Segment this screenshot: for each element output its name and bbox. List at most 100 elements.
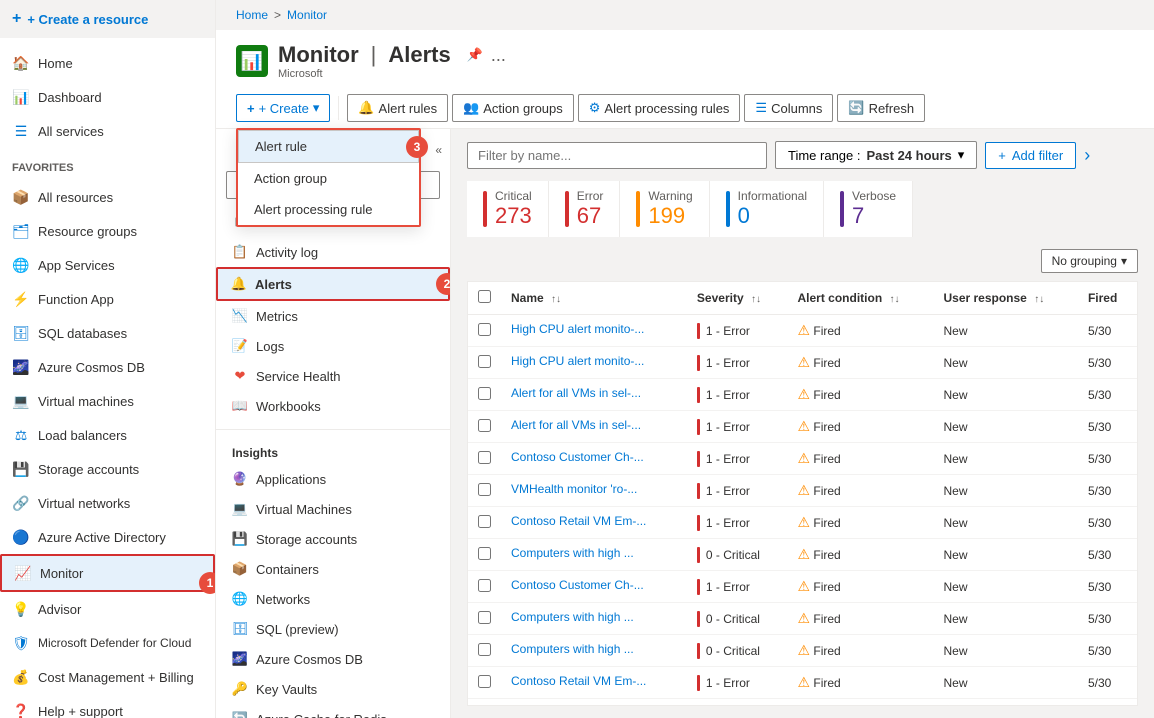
sidebar-item-advisor[interactable]: 💡 Advisor	[0, 592, 215, 626]
alert-name-link-5[interactable]: VMHealth monitor 'ro-...	[511, 482, 637, 496]
create-button[interactable]: + + Create ▾	[236, 94, 330, 122]
row-checkbox-0[interactable]	[478, 323, 491, 336]
monitor-nav-logs[interactable]: 📝 Logs	[216, 331, 450, 361]
sidebar-item-function-app[interactable]: ⚡ Function App	[0, 282, 215, 316]
alert-processing-rules-button[interactable]: ⚙ Alert processing rules	[578, 94, 741, 122]
alert-rules-button[interactable]: 🔔 Alert rules	[347, 94, 448, 122]
sidebar-item-monitor[interactable]: 📈 Monitor 1	[0, 554, 215, 592]
row-checkbox-11[interactable]	[478, 675, 491, 688]
user-response-column-header[interactable]: User response ↑↓	[933, 282, 1077, 315]
pin-icon[interactable]: 📌	[467, 47, 483, 63]
more-options-icon[interactable]: ...	[491, 45, 506, 66]
monitor-nav-vms[interactable]: 💻 Virtual Machines	[216, 494, 450, 524]
alert-name-link-4[interactable]: Contoso Customer Ch-...	[511, 450, 644, 464]
alert-condition-column-header[interactable]: Alert condition ↑↓	[787, 282, 933, 315]
row-checkbox-5[interactable]	[478, 483, 491, 496]
sidebar-item-cosmos-db[interactable]: 🌌 Azure Cosmos DB	[0, 350, 215, 384]
row-checkbox-cell	[468, 571, 501, 603]
monitor-nav-applications[interactable]: 🔮 Applications	[216, 464, 450, 494]
alert-processing-rule-menu-item[interactable]: Alert processing rule	[238, 194, 419, 225]
monitor-nav-metrics[interactable]: 📉 Metrics	[216, 301, 450, 331]
monitor-nav-activity-log[interactable]: 📋 Activity log	[216, 237, 450, 267]
stat-card-warning[interactable]: Warning 199	[620, 181, 709, 237]
sidebar-item-sql-databases[interactable]: 🗄 SQL databases	[0, 316, 215, 350]
alert-rule-menu-item[interactable]: Alert rule 3	[238, 130, 419, 163]
filter-input[interactable]	[467, 142, 767, 169]
sidebar-item-home[interactable]: 🏠 Home	[0, 46, 215, 80]
sidebar-item-cost-management[interactable]: 💰 Cost Management + Billing	[0, 660, 215, 694]
monitor-nav-service-health[interactable]: ❤ Service Health	[216, 361, 450, 391]
fired-text-0: 5/30	[1088, 324, 1111, 338]
fired-text-6: 5/30	[1088, 516, 1111, 530]
severity-badge-6: 1 - Error	[697, 515, 778, 531]
row-checkbox-3[interactable]	[478, 419, 491, 432]
refresh-button[interactable]: 🔄 Refresh	[837, 94, 925, 122]
filter-row-chevron[interactable]: ›	[1084, 145, 1090, 166]
row-checkbox-6[interactable]	[478, 515, 491, 528]
alert-name-link-7[interactable]: Computers with high ...	[511, 546, 634, 560]
sidebar-item-azure-ad[interactable]: 🔵 Azure Active Directory	[0, 520, 215, 554]
dashboard-icon: 📊	[12, 88, 30, 106]
condition-icon-7: ⚠	[797, 546, 810, 562]
alert-name-link-2[interactable]: Alert for all VMs in sel-...	[511, 386, 641, 400]
sidebar-item-all-services[interactable]: ☰ All services	[0, 114, 215, 148]
sidebar-item-load-balancers[interactable]: ⚖ Load balancers	[0, 418, 215, 452]
action-groups-button[interactable]: 👥 Action groups	[452, 94, 574, 122]
breadcrumb-current[interactable]: Monitor	[287, 8, 327, 22]
applications-label: Applications	[256, 472, 326, 487]
monitor-page-icon: 📊	[236, 45, 268, 77]
severity-column-header[interactable]: Severity ↑↓	[687, 282, 788, 315]
sidebar-item-virtual-networks[interactable]: 🔗 Virtual networks	[0, 486, 215, 520]
breadcrumb-home[interactable]: Home	[236, 8, 268, 22]
create-resource-button[interactable]: + + Create a resource	[0, 0, 215, 38]
select-all-checkbox[interactable]	[478, 290, 491, 303]
monitor-nav-containers[interactable]: 📦 Containers	[216, 554, 450, 584]
time-range-button[interactable]: Time range : Past 24 hours ▾	[775, 141, 977, 169]
alert-name-link-11[interactable]: Contoso Retail VM Em-...	[511, 674, 646, 688]
alert-name-link-9[interactable]: Computers with high ...	[511, 610, 634, 624]
monitor-nav-cosmos[interactable]: 🌌 Azure Cosmos DB	[216, 644, 450, 674]
sidebar-item-defender[interactable]: 🛡 Microsoft Defender for Cloud	[0, 626, 215, 660]
alert-name-link-10[interactable]: Computers with high ...	[511, 642, 634, 656]
alert-name-link-3[interactable]: Alert for all VMs in sel-...	[511, 418, 641, 432]
stat-card-informational[interactable]: Informational 0	[710, 181, 824, 237]
monitor-nav-sql[interactable]: 🗄 SQL (preview)	[216, 614, 450, 644]
columns-button[interactable]: ☰ Columns	[744, 94, 833, 122]
action-group-menu-item[interactable]: Action group	[238, 163, 419, 194]
row-checkbox-9[interactable]	[478, 611, 491, 624]
row-checkbox-cell	[468, 507, 501, 539]
alert-name-link-6[interactable]: Contoso Retail VM Em-...	[511, 514, 646, 528]
row-checkbox-8[interactable]	[478, 579, 491, 592]
alert-name-link-1[interactable]: High CPU alert monito-...	[511, 354, 644, 368]
alert-name-link-0[interactable]: High CPU alert monito-...	[511, 322, 644, 336]
row-checkbox-10[interactable]	[478, 643, 491, 656]
sidebar-item-label: Azure Cosmos DB	[38, 360, 145, 375]
stat-card-error[interactable]: Error 67	[549, 181, 621, 237]
monitor-nav-keyvaults[interactable]: 🔑 Key Vaults	[216, 674, 450, 704]
alert-name-link-8[interactable]: Contoso Customer Ch-...	[511, 578, 644, 592]
sidebar-item-all-resources[interactable]: 📦 All resources	[0, 180, 215, 214]
row-checkbox-1[interactable]	[478, 355, 491, 368]
name-column-header[interactable]: Name ↑↓	[501, 282, 687, 315]
monitor-nav-networks[interactable]: 🌐 Networks	[216, 584, 450, 614]
monitor-nav-storage[interactable]: 💾 Storage accounts	[216, 524, 450, 554]
monitor-nav-workbooks[interactable]: 📖 Workbooks	[216, 391, 450, 421]
row-severity-7: 0 - Critical	[687, 539, 788, 571]
stat-card-verbose[interactable]: Verbose 7	[824, 181, 913, 237]
sidebar-item-storage-accounts[interactable]: 💾 Storage accounts	[0, 452, 215, 486]
sidebar-item-help[interactable]: ❓ Help + support	[0, 694, 215, 718]
row-checkbox-4[interactable]	[478, 451, 491, 464]
row-checkbox-7[interactable]	[478, 547, 491, 560]
row-checkbox-2[interactable]	[478, 387, 491, 400]
sidebar-item-app-services[interactable]: 🌐 App Services	[0, 248, 215, 282]
stat-card-critical[interactable]: Critical 273	[467, 181, 549, 237]
service-health-icon: ❤	[232, 368, 248, 384]
add-filter-button[interactable]: + Add filter	[985, 142, 1076, 169]
grouping-button[interactable]: No grouping ▾	[1041, 249, 1138, 273]
refresh-icon: 🔄	[848, 100, 864, 116]
monitor-nav-redis[interactable]: 🔄 Azure Cache for Redis	[216, 704, 450, 718]
sidebar-item-resource-groups[interactable]: 🗂 Resource groups	[0, 214, 215, 248]
sidebar-item-dashboard[interactable]: 📊 Dashboard	[0, 80, 215, 114]
sidebar-item-virtual-machines[interactable]: 💻 Virtual machines	[0, 384, 215, 418]
monitor-nav-alerts[interactable]: 🔔 Alerts 2	[216, 267, 450, 301]
